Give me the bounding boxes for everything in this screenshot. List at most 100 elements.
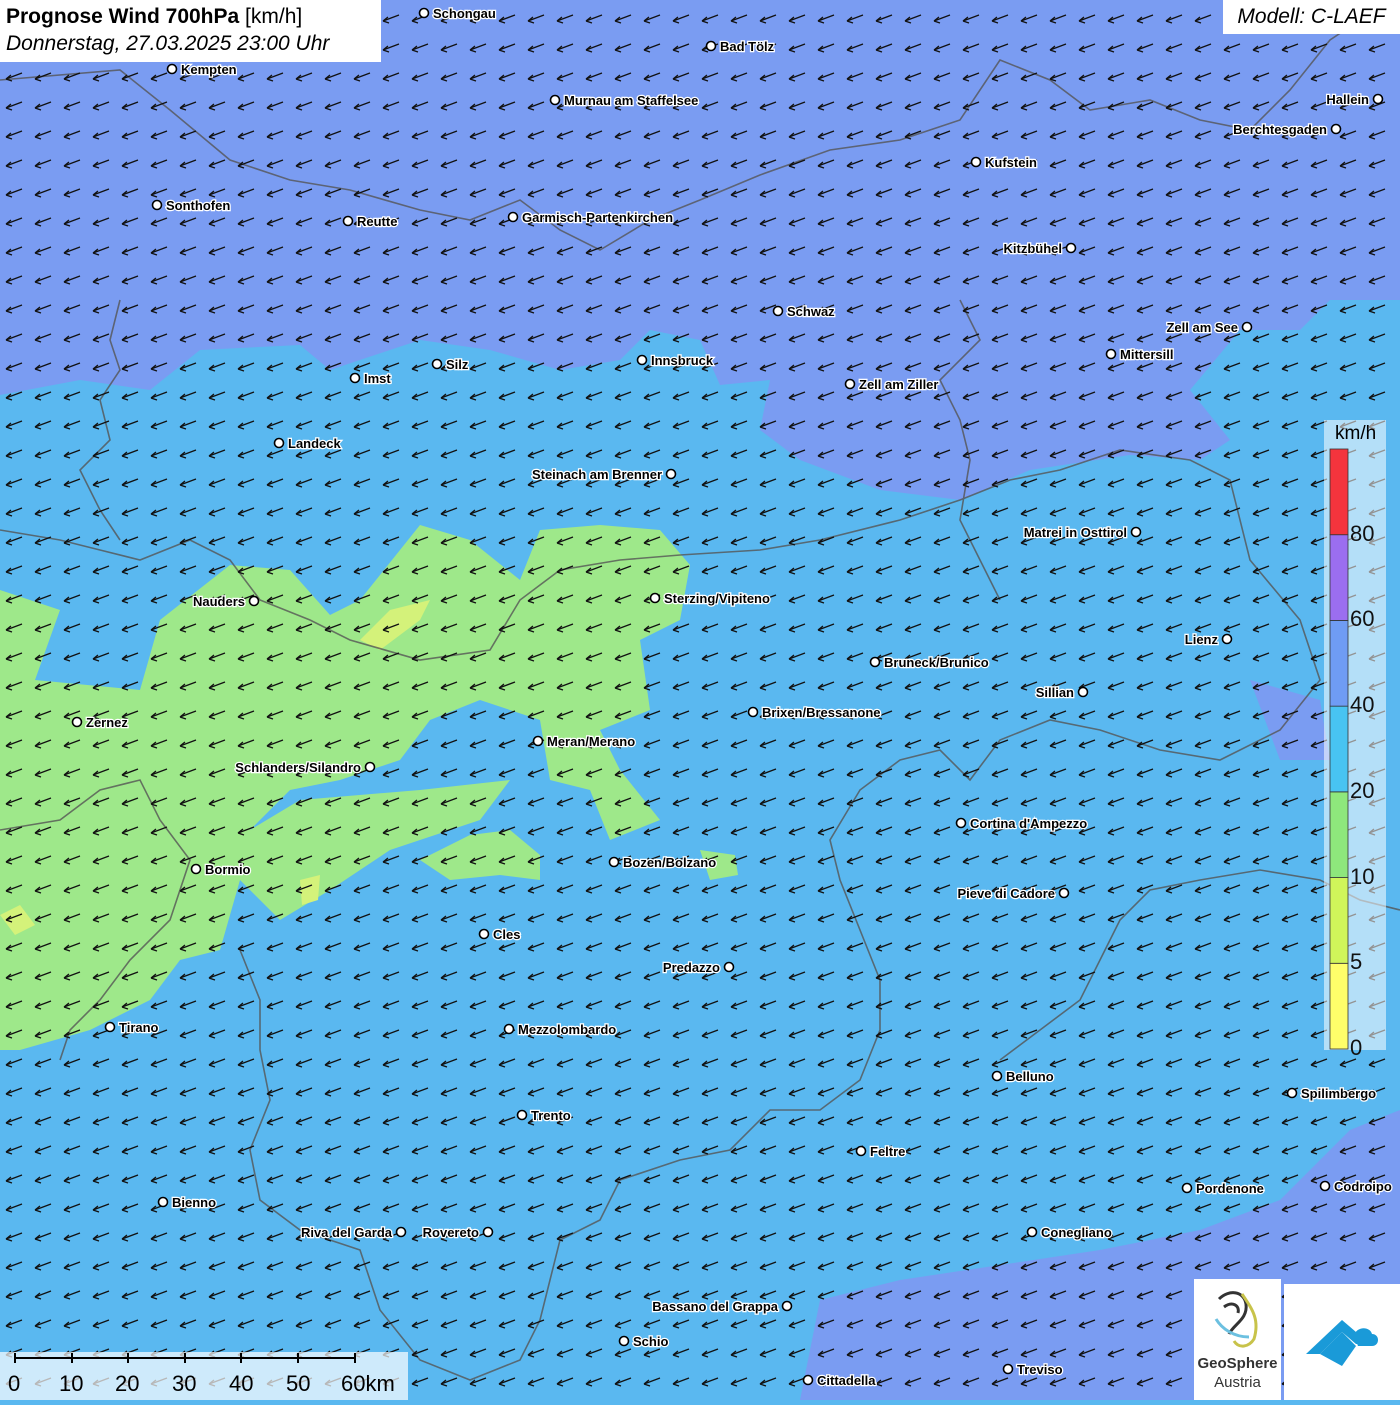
city-label: Reutte <box>357 214 397 229</box>
city-label: Bassano del Grappa <box>652 1299 778 1314</box>
city-marker <box>1065 242 1077 254</box>
geosphere-logo-line1: GeoSphere <box>1197 1355 1278 1372</box>
city-label: Belluno <box>1006 1069 1054 1084</box>
city-label: Schwaz <box>787 304 835 319</box>
city-label: Spilimbergo <box>1301 1086 1376 1101</box>
city-marker <box>418 7 430 19</box>
city-marker <box>1058 887 1070 899</box>
city-marker <box>855 1145 867 1157</box>
city-label: Codroipo <box>1334 1179 1392 1194</box>
city-label: Cortina d'Ampezzo <box>970 816 1087 831</box>
city-label: Lienz <box>1185 632 1219 647</box>
scale-label-10: 10 <box>59 1371 84 1396</box>
city-label: Sterzing/Vipiteno <box>664 591 770 606</box>
city-marker <box>503 1023 515 1035</box>
city-marker <box>151 199 163 211</box>
city-marker <box>1241 321 1253 333</box>
city-marker <box>1130 526 1142 538</box>
city-label: Berchtesgaden <box>1233 122 1327 137</box>
city-label: Rovereto <box>423 1225 479 1240</box>
city-marker <box>1330 123 1342 135</box>
legend-value: 40 <box>1350 692 1375 718</box>
map-title: Prognose Wind 700hPa <box>6 5 240 28</box>
legend-value: 0 <box>1350 1035 1363 1060</box>
city-marker <box>166 63 178 75</box>
geosphere-logo-line2: Austria <box>1214 1374 1261 1391</box>
city-label: Brixen/Bressanone <box>762 705 881 720</box>
scale-label-0: 0 <box>8 1371 21 1396</box>
mountain-cloud-icon <box>1306 1320 1378 1366</box>
city-label: Garmisch-Partenkirchen <box>522 210 673 225</box>
scale-label-40: 40 <box>229 1371 254 1396</box>
legend-value: 80 <box>1350 520 1375 546</box>
city-marker <box>507 211 519 223</box>
city-label: Riva del Garda <box>301 1225 393 1240</box>
city-marker <box>1319 1180 1331 1192</box>
city-label: Meran/Merano <box>547 734 635 749</box>
city-label: Bad Tölz <box>720 39 775 54</box>
city-label: Kufstein <box>985 155 1037 170</box>
city-label: Bozen/Bolzano <box>623 855 716 870</box>
city-label: Pordenone <box>1196 1181 1264 1196</box>
city-marker <box>781 1300 793 1312</box>
city-label: Steinach am Brenner <box>532 467 662 482</box>
legend-value: 5 <box>1350 949 1363 975</box>
city-label: Kempten <box>181 62 237 77</box>
city-label: Trento <box>531 1108 571 1123</box>
city-marker <box>157 1196 169 1208</box>
city-marker <box>104 1021 116 1033</box>
legend-value: 60 <box>1350 606 1375 632</box>
partner-logo <box>1284 1284 1400 1400</box>
city-marker <box>395 1226 407 1238</box>
legend-value: 10 <box>1350 863 1375 889</box>
city-label: Predazzo <box>663 960 720 975</box>
city-label: Matrei in Osttirol <box>1024 525 1127 540</box>
city-marker <box>723 961 735 973</box>
geosphere-logo-icon <box>1214 1291 1258 1348</box>
city-label: Zernez <box>86 715 128 730</box>
city-marker <box>190 863 202 875</box>
city-marker <box>516 1109 528 1121</box>
city-label: Cles <box>493 927 520 942</box>
city-label: Treviso <box>1017 1362 1063 1377</box>
city-label: Cittadella <box>817 1373 876 1388</box>
city-label: Schongau <box>433 6 496 21</box>
city-marker <box>844 378 856 390</box>
geosphere-logo: GeoSphere Austria <box>1194 1279 1281 1400</box>
city-marker <box>1181 1182 1193 1194</box>
city-marker <box>1026 1226 1038 1238</box>
scale-label-20: 20 <box>115 1371 140 1396</box>
scale-label-30: 30 <box>172 1371 197 1396</box>
map-title-line: Prognose Wind 700hPa [km/h] <box>6 4 375 30</box>
city-marker <box>618 1335 630 1347</box>
city-label: Pieve di Cadore <box>957 886 1055 901</box>
city-marker <box>1286 1087 1298 1099</box>
city-label: Imst <box>364 371 391 386</box>
city-marker <box>431 358 443 370</box>
city-marker <box>869 656 881 668</box>
city-label: Schio <box>633 1334 668 1349</box>
city-marker <box>71 716 83 728</box>
city-marker <box>705 40 717 52</box>
model-label: Modell: C-LAEF <box>1223 0 1400 34</box>
city-label: Tirano <box>119 1020 159 1035</box>
city-marker <box>342 215 354 227</box>
legend-unit: km/h <box>1335 423 1377 444</box>
city-marker <box>364 761 376 773</box>
city-label: Mittersill <box>1120 347 1173 362</box>
city-marker <box>665 468 677 480</box>
city-marker <box>991 1070 1003 1082</box>
map-unit: [km/h] <box>245 5 303 28</box>
city-label: Sonthofen <box>166 198 230 213</box>
city-label: Innsbruck <box>651 353 714 368</box>
city-marker <box>549 94 561 106</box>
city-marker <box>802 1374 814 1386</box>
city-marker <box>248 595 260 607</box>
scale-label-50: 50 <box>286 1371 311 1396</box>
city-marker <box>772 305 784 317</box>
city-marker <box>349 372 361 384</box>
title-box: Prognose Wind 700hPa [km/h] Donnerstag, … <box>0 0 381 62</box>
city-marker <box>955 817 967 829</box>
city-marker <box>608 856 620 868</box>
city-label: Kitzbühel <box>1004 241 1063 256</box>
